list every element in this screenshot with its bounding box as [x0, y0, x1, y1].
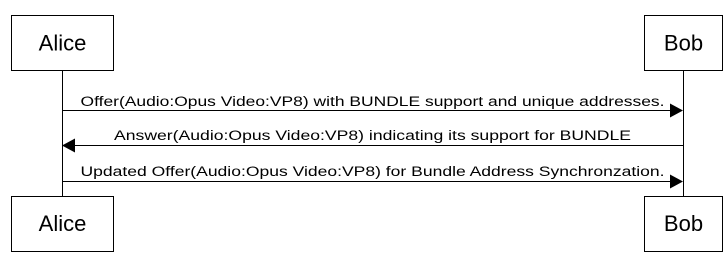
- message-1: Offer(Audio:Opus Video:VP8) with BUNDLE …: [62, 94, 683, 118]
- bob-top-box: Bob: [644, 15, 723, 71]
- alice-top-label: Alice: [39, 31, 87, 56]
- message-3: Updated Offer(Audio:Opus Video:VP8) for …: [62, 164, 683, 189]
- message-2-label: Answer(Audio:Opus Video:VP8) indicating …: [114, 128, 631, 143]
- bob-bottom-box: Bob: [644, 196, 723, 252]
- bob-bottom-label: Bob: [664, 211, 703, 236]
- bob-top-label: Bob: [664, 31, 703, 56]
- message-3-label: Updated Offer(Audio:Opus Video:VP8) for …: [81, 164, 665, 179]
- alice-top-box: Alice: [11, 15, 114, 71]
- alice-bottom-box: Alice: [11, 196, 114, 252]
- alice-bottom-label: Alice: [39, 211, 87, 236]
- message-3-arrowhead: [670, 174, 683, 189]
- sequence-diagram: Alice Bob Offer(Audio:Opus Video:VP8) wi…: [11, 15, 723, 252]
- message-1-label: Offer(Audio:Opus Video:VP8) with BUNDLE …: [81, 94, 665, 109]
- message-2: Answer(Audio:Opus Video:VP8) indicating …: [62, 128, 684, 153]
- message-2-arrowhead: [62, 138, 75, 153]
- message-1-arrowhead: [670, 103, 683, 118]
